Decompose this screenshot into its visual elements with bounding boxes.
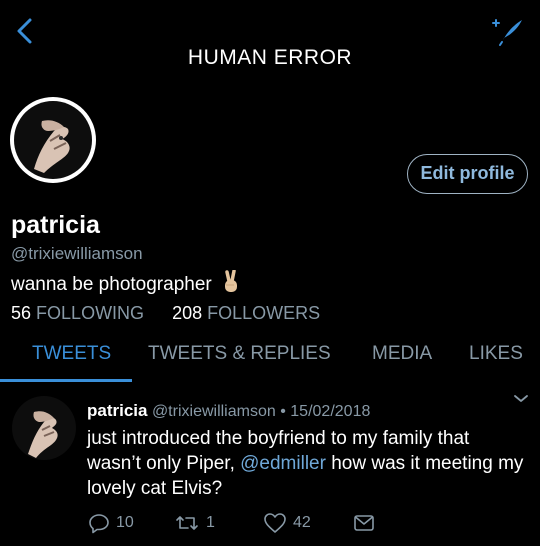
active-tab-indicator: [0, 379, 132, 382]
retweet-button[interactable]: 1: [174, 512, 215, 534]
reply-button[interactable]: 10: [88, 512, 134, 534]
profile-stats: 56 FOLLOWING 208 FOLLOWERS: [11, 303, 320, 324]
edit-profile-button[interactable]: Edit profile: [407, 154, 528, 194]
like-button[interactable]: 42: [263, 512, 311, 534]
heart-icon: [264, 513, 286, 533]
following-label: FOLLOWING: [36, 303, 145, 323]
reply-count: 10: [116, 514, 134, 531]
chevron-down-icon: [514, 395, 528, 402]
retweet-count: 1: [206, 514, 215, 531]
tab-likes[interactable]: LIKES: [469, 343, 523, 365]
tweet-avatar[interactable]: [12, 396, 76, 460]
envelope-icon: [354, 515, 374, 531]
profile-bio: wanna be photographer: [11, 269, 241, 300]
followers-count: 208: [172, 303, 203, 323]
hands-photo-icon: [34, 120, 70, 173]
tweet-text: just introduced the boyfriend to my fami…: [87, 426, 527, 501]
chevron-left-icon: [17, 18, 32, 44]
followers-label: FOLLOWERS: [207, 303, 321, 323]
tweet-date: 15/02/2018: [290, 403, 371, 420]
following-count: 56: [11, 303, 32, 323]
followers-link[interactable]: 208 FOLLOWERS: [172, 303, 320, 323]
tab-tweets[interactable]: TWEETS: [32, 343, 111, 365]
tab-tweets-replies[interactable]: TWEETS & REPLIES: [148, 343, 331, 365]
back-button[interactable]: [8, 14, 44, 50]
profile-avatar-photo: [14, 101, 92, 179]
direct-message-button[interactable]: [352, 512, 382, 534]
retweet-icon: [176, 516, 198, 530]
tweet-separator: •: [280, 403, 286, 420]
like-count: 42: [293, 514, 311, 531]
tweet-mention-link[interactable]: @edmiller: [240, 453, 326, 474]
profile-avatar[interactable]: [10, 97, 96, 183]
tab-media[interactable]: MEDIA: [372, 343, 432, 365]
tweet-author-name[interactable]: patricia: [87, 401, 147, 420]
bio-text: wanna be photographer: [11, 274, 212, 295]
tweet-menu-button[interactable]: [512, 392, 530, 404]
victory-hand-emoji-icon: [221, 269, 241, 300]
profile-handle: @trixiewilliamson: [11, 244, 143, 263]
header-title: HUMAN ERROR: [187, 46, 353, 69]
reply-icon: [89, 514, 109, 534]
tweet-author-handle[interactable]: @trixiewilliamson: [152, 403, 276, 420]
compose-sparkle-icon: [492, 19, 522, 46]
compose-button[interactable]: [488, 12, 528, 48]
hands-photo-icon: [28, 411, 58, 458]
following-link[interactable]: 56 FOLLOWING: [11, 303, 144, 323]
tweet-header: patricia @trixiewilliamson • 15/02/2018: [87, 401, 370, 421]
profile-name: patricia: [11, 211, 100, 239]
